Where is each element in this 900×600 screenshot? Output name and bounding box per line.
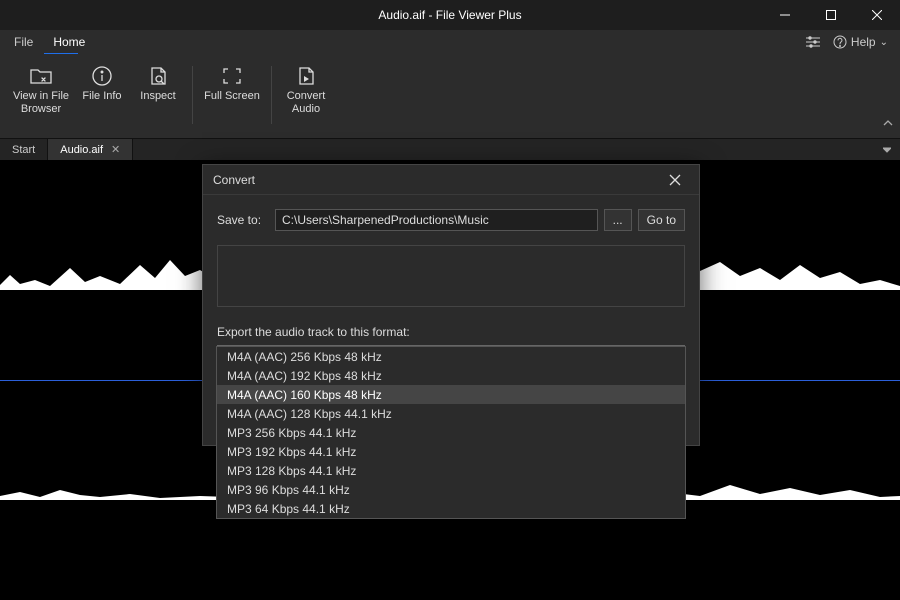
tab-audio[interactable]: Audio.aif ✕ (48, 139, 133, 160)
dialog-close-button[interactable] (661, 166, 689, 194)
menu-file[interactable]: File (4, 30, 43, 54)
format-option[interactable]: M4A (AAC) 192 Kbps 48 kHz (217, 366, 685, 385)
help-button[interactable]: Help ⌄ (833, 30, 888, 54)
browse-button[interactable]: ... (604, 209, 632, 231)
ribbon-separator (192, 66, 193, 124)
view-in-browser-button[interactable]: View in File Browser (8, 60, 74, 116)
inspect-button[interactable]: Inspect (130, 60, 186, 103)
dialog-titlebar: Convert (203, 165, 699, 195)
preview-box (217, 245, 685, 307)
ribbon: View in File Browser File Info Inspect F… (0, 54, 900, 138)
convert-icon (292, 64, 320, 88)
goto-button[interactable]: Go to (638, 209, 685, 231)
format-option[interactable]: MP3 192 Kbps 44.1 kHz (217, 442, 685, 461)
format-option[interactable]: MP3 64 Kbps 44.1 kHz (217, 499, 685, 518)
minimize-button[interactable] (762, 0, 808, 30)
menu-home[interactable]: Home (43, 30, 95, 54)
format-option[interactable]: M4A (AAC) 160 Kbps 48 kHz (217, 385, 685, 404)
tab-overflow-button[interactable] (878, 139, 896, 161)
format-option[interactable]: MP3 128 Kbps 44.1 kHz (217, 461, 685, 480)
format-option[interactable]: M4A (AAC) 256 Kbps 48 kHz (217, 347, 685, 366)
dialog-title: Convert (213, 173, 255, 187)
menubar: File Home Help ⌄ (0, 30, 900, 54)
file-info-button[interactable]: File Info (74, 60, 130, 103)
close-button[interactable] (854, 0, 900, 30)
fullscreen-icon (218, 64, 246, 88)
save-to-input[interactable] (275, 209, 598, 231)
window-title: Audio.aif - File Viewer Plus (378, 8, 521, 22)
full-screen-button[interactable]: Full Screen (199, 60, 265, 103)
titlebar: Audio.aif - File Viewer Plus (0, 0, 900, 30)
settings-icon[interactable] (801, 30, 825, 54)
ribbon-separator (271, 66, 272, 124)
format-option[interactable]: M4A (AAC) 128 Kbps 44.1 kHz (217, 404, 685, 423)
chevron-down-icon: ⌄ (880, 37, 888, 48)
format-option[interactable]: MP3 256 Kbps 44.1 kHz (217, 423, 685, 442)
collapse-ribbon-button[interactable] (882, 116, 894, 134)
help-label: Help (851, 35, 876, 49)
tab-strip: Start Audio.aif ✕ (0, 138, 900, 160)
export-format-label: Export the audio track to this format: (217, 325, 685, 339)
folder-icon (27, 64, 55, 88)
tab-start[interactable]: Start (0, 139, 48, 160)
maximize-button[interactable] (808, 0, 854, 30)
format-dropdown: M4A (AAC) 256 Kbps 48 kHzM4A (AAC) 192 K… (216, 346, 686, 519)
convert-audio-button[interactable]: Convert Audio (278, 60, 334, 116)
inspect-icon (144, 64, 172, 88)
tab-close-button[interactable]: ✕ (111, 143, 120, 156)
format-option[interactable]: MP3 96 Kbps 44.1 kHz (217, 480, 685, 499)
save-to-label: Save to: (217, 213, 269, 227)
info-icon (88, 64, 116, 88)
